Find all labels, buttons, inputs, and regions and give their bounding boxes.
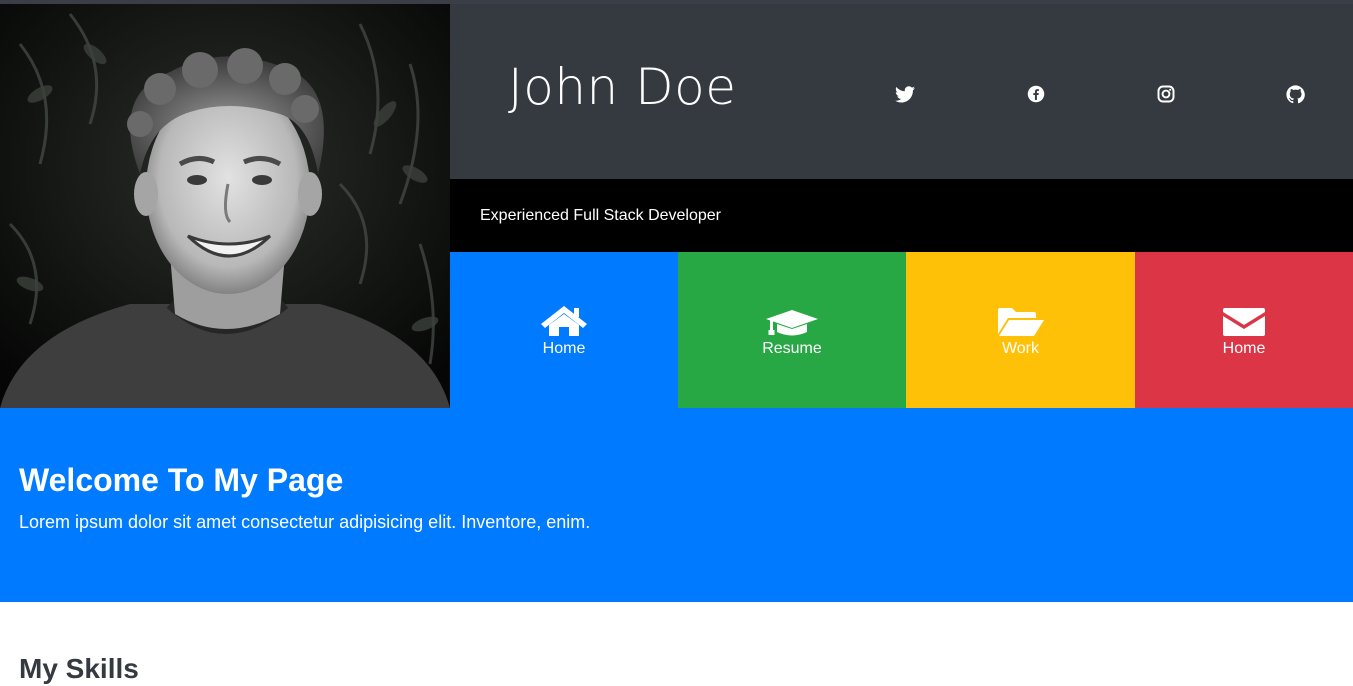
profile-photo [0,4,450,408]
tagline: Experienced Full Stack Developer [480,207,722,224]
home-icon [541,302,587,336]
header-panel: John Doe [450,4,1353,179]
nav-resume-label: Resume [762,340,822,357]
folder-open-icon [997,302,1044,336]
github-icon[interactable] [1285,84,1305,104]
nav-contact-label: Home [1222,340,1266,357]
twitter-icon[interactable] [895,84,915,104]
instagram-icon[interactable] [1156,84,1176,104]
nav-work-tile[interactable]: Work [906,252,1135,408]
nav-contact-tile[interactable]: Home [1135,252,1353,408]
skills-title: My Skills [19,653,139,684]
facebook-icon[interactable] [1026,84,1046,104]
welcome-section: Welcome To My Page Lorem ipsum dolor sit… [0,408,1353,602]
site-name: John Doe [508,58,737,116]
nav-home-label: Home [542,340,586,357]
welcome-title: Welcome To My Page [19,462,344,498]
envelope-icon [1223,302,1265,336]
graduation-cap-icon [766,302,818,336]
nav-home-tile[interactable]: Home [450,252,678,408]
welcome-text: Lorem ipsum dolor sit amet consectetur a… [19,512,591,532]
nav-work-label: Work [1001,340,1040,357]
nav-resume-tile[interactable]: Resume [678,252,906,408]
tagline-bar: Experienced Full Stack Developer [450,179,1353,252]
